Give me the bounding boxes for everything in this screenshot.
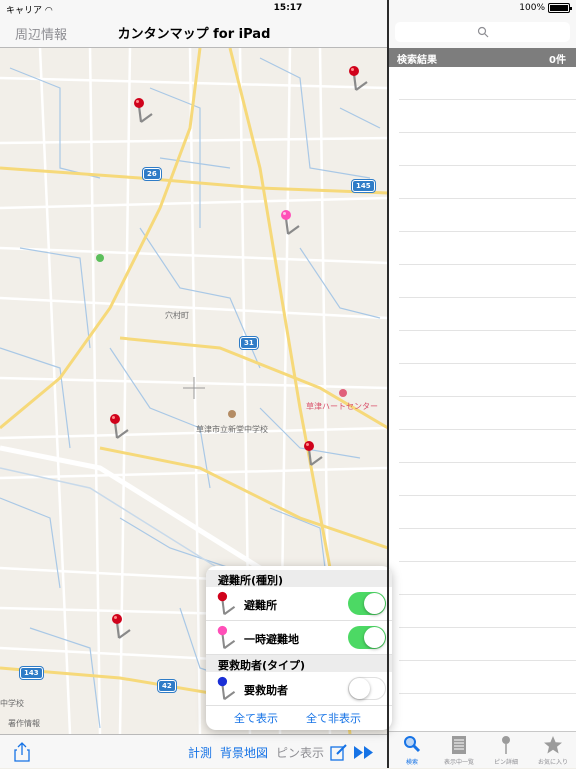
empty-row [399,232,576,265]
toggle-knob [349,678,370,699]
tab-favorites-label: お気に入り [537,759,568,766]
temporary-shelter-row: 一時避難地 [206,621,392,655]
school-icon [228,410,236,418]
tab-list-label: 表示中一覧 [443,759,474,766]
popover-actions: 全て表示 全て非表示 [206,702,392,730]
section-header-rescue: 要救助者(タイプ) [206,655,392,672]
battery: 100% [519,3,572,13]
empty-row [399,67,576,100]
status-bar: キャリア ◠ 15:17 100% [0,0,576,18]
results-count: 0件 [549,55,566,66]
search-bar [389,18,576,48]
shelter-toggle[interactable] [348,592,386,615]
empty-row [399,100,576,133]
list-icon [452,736,466,754]
route-shield: 31 [240,337,258,349]
map-pin-red[interactable] [108,612,138,642]
tab-pin-detail-label: ピン詳細 [493,759,518,766]
results-list [399,67,576,734]
map-label-school2: 中学校 [0,699,24,708]
route-shield: 145 [352,180,375,192]
map-poi-dot [96,254,104,262]
map-pin-red[interactable] [300,439,330,469]
tab-favorites[interactable]: お気に入り [530,732,576,769]
fast-forward-icon[interactable] [354,746,374,759]
empty-row [399,562,576,595]
search-pane: 検索結果 0件 検索 表示中一覧 ピン詳細 お気に入り [389,0,576,768]
map-label-hospital: 草津ハートセンター [306,402,378,411]
map-label-office: 署作情報 [8,719,40,728]
pin-icon [502,736,510,754]
background-map-button[interactable]: 背景地図 [220,744,268,761]
map-pin-red[interactable] [106,412,136,442]
empty-row [399,463,576,496]
rescue-label: 要救助者 [244,684,288,697]
section-header-shelter: 避難所(種別) [206,570,392,587]
shelter-label: 避難所 [244,599,277,612]
tab-pin-detail[interactable]: ピン詳細 [483,732,529,769]
show-all-button[interactable]: 全て表示 [234,710,278,726]
results-header: 検索結果 0件 [389,48,576,67]
star-icon [544,736,562,754]
empty-row [399,595,576,628]
rescue-row: 要救助者 [206,672,392,706]
share-icon[interactable] [14,742,30,762]
rescue-toggle[interactable] [348,677,386,700]
hospital-icon [339,389,347,397]
map-pin-pink[interactable] [277,208,307,238]
empty-row [399,496,576,529]
empty-row [399,529,576,562]
search-icon [477,26,488,38]
crosshair-icon [183,377,205,399]
red-pin-icon [217,591,236,616]
empty-row [399,661,576,694]
compose-icon[interactable] [330,744,348,761]
split-divider [387,0,389,768]
clock: 15:17 [273,3,303,13]
map-label-town: 穴村町 [165,311,189,320]
empty-row [399,628,576,661]
map-pin-red[interactable] [130,96,160,126]
pin-display-popover: 避難所(種別) 避難所 一時避難地 要救助者(タイプ) 要救助者 全て表示 全て… [206,566,392,730]
empty-row [399,397,576,430]
tab-search-label: 検索 [405,759,418,766]
map-label-school: 草津市立新堂中学校 [196,425,268,434]
map-pin-red[interactable] [345,64,375,94]
blue-pin-icon [217,676,236,701]
temporary-shelter-toggle[interactable] [348,626,386,649]
empty-row [399,199,576,232]
temporary-shelter-label: 一時避難地 [244,633,299,646]
route-shield: 143 [20,667,43,679]
route-shield: 26 [143,168,161,180]
pink-pin-icon [217,625,236,650]
hide-all-button[interactable]: 全て非表示 [306,710,361,726]
pin-display-button[interactable]: ピン表示 [276,744,324,761]
results-title: 検索結果 [397,55,437,66]
map-toolbar: 計測 背景地図 ピン表示 [0,734,388,768]
measure-button[interactable]: 計測 [188,744,212,761]
empty-row [399,430,576,463]
empty-row [399,133,576,166]
tab-list[interactable]: 表示中一覧 [436,732,482,769]
empty-row [399,265,576,298]
tab-bar: 検索 表示中一覧 ピン詳細 お気に入り [389,731,576,768]
toggle-knob [364,593,385,614]
toggle-knob [364,627,385,648]
empty-row [399,166,576,199]
battery-percent: 100% [519,3,545,13]
empty-row [399,364,576,397]
shelter-row: 避難所 [206,587,392,621]
route-shield: 42 [158,680,176,692]
empty-row [399,331,576,364]
search-input[interactable] [395,22,570,42]
empty-row [399,298,576,331]
battery-icon [548,3,572,13]
page-title: カンタンマップ for iPad [117,27,271,42]
search-icon [404,736,421,753]
tab-search[interactable]: 検索 [389,732,435,769]
